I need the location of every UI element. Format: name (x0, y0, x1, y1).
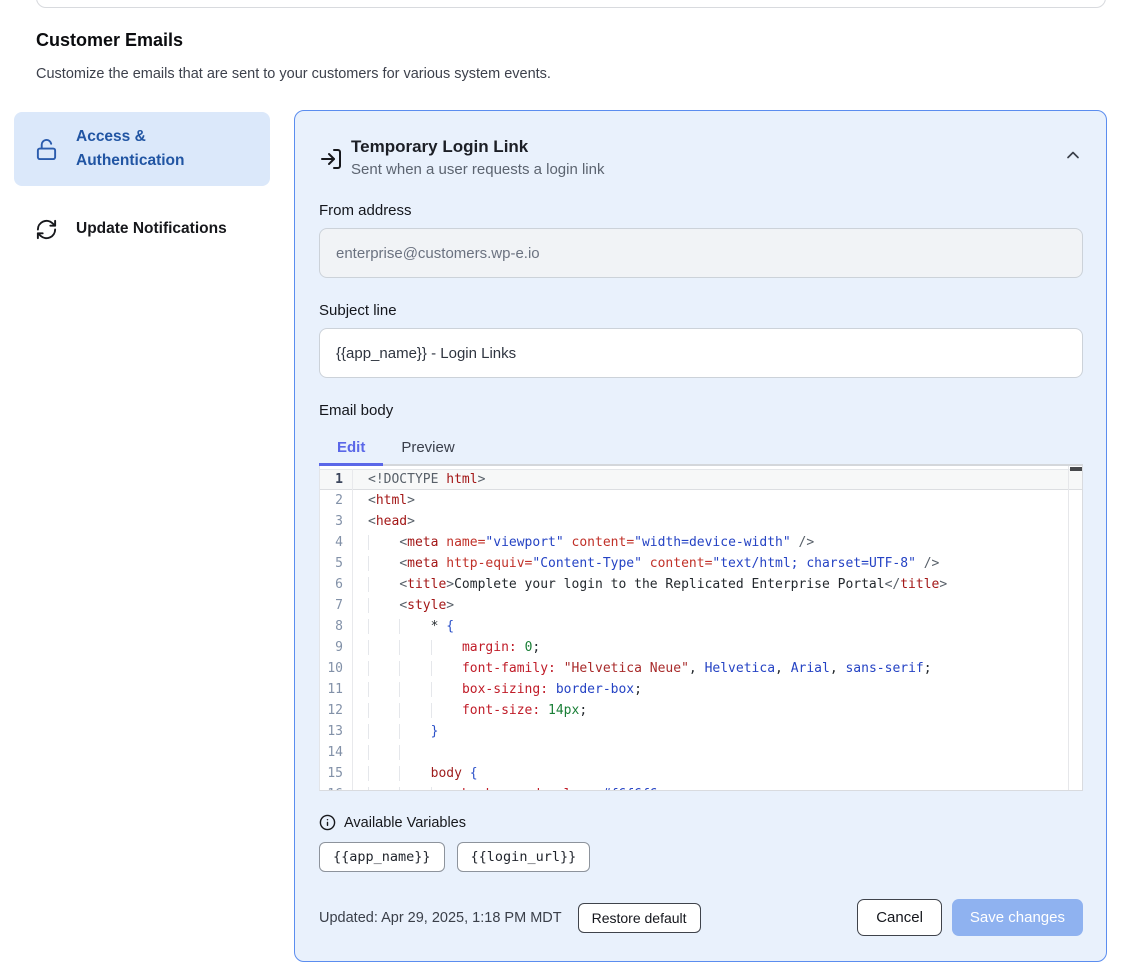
code-line[interactable]: 1<!DOCTYPE html> (320, 469, 1082, 490)
line-number: 8 (320, 616, 353, 637)
code-line[interactable]: 14 (320, 742, 1082, 763)
panel-subtitle: Sent when a user requests a login link (351, 161, 604, 178)
panel-footer: Updated: Apr 29, 2025, 1:18 PM MDT Resto… (319, 899, 1083, 936)
code-line[interactable]: 16 background-color: #f6f6f6; (320, 784, 1082, 791)
line-number: 12 (320, 700, 353, 721)
line-number: 4 (320, 532, 353, 553)
code-line[interactable]: 8 * { (320, 616, 1082, 637)
code-line[interactable]: 2<html> (320, 490, 1082, 511)
sidebar-item-update-notifications[interactable]: Update Notifications (14, 205, 270, 253)
line-number: 11 (320, 679, 353, 700)
sidebar-item-label: Update Notifications (76, 217, 227, 241)
subject-line-label: Subject line (319, 302, 1083, 319)
code-line[interactable]: 12 font-size: 14px; (320, 700, 1082, 721)
line-number: 7 (320, 595, 353, 616)
previous-card-bottom-edge (36, 0, 1106, 8)
line-number: 13 (320, 721, 353, 742)
from-address-input (319, 228, 1083, 278)
code-line[interactable]: 6 <title>Complete your login to the Repl… (320, 574, 1082, 595)
sidebar-item-access-authentication[interactable]: Access & Authentication (14, 112, 270, 186)
code-line[interactable]: 10 font-family: "Helvetica Neue", Helvet… (320, 658, 1082, 679)
code-line[interactable]: 11 box-sizing: border-box; (320, 679, 1082, 700)
collapse-button[interactable] (1063, 145, 1083, 165)
sidebar-item-label: Access & Authentication (76, 125, 206, 173)
login-icon (319, 147, 343, 171)
line-number: 5 (320, 553, 353, 574)
sidebar: Access & Authentication Update Notificat… (14, 112, 270, 253)
restore-default-button[interactable]: Restore default (578, 903, 701, 933)
variable-chip-login-url[interactable]: {{login_url}} (457, 842, 591, 872)
updated-timestamp: Updated: Apr 29, 2025, 1:18 PM MDT (319, 910, 562, 926)
editor-tabs: Edit Preview (319, 430, 1083, 466)
line-number: 15 (320, 763, 353, 784)
email-settings-panel: Temporary Login Link Sent when a user re… (294, 110, 1107, 962)
line-number: 6 (320, 574, 353, 595)
scrollbar-thumb[interactable] (1070, 467, 1082, 471)
from-address-label: From address (319, 202, 1083, 219)
page-title: Customer Emails (36, 30, 183, 51)
code-line[interactable]: 9 margin: 0; (320, 637, 1082, 658)
panel-title: Temporary Login Link (351, 137, 604, 157)
info-icon (319, 814, 336, 831)
line-number: 10 (320, 658, 353, 679)
code-line[interactable]: 13 } (320, 721, 1082, 742)
tab-edit[interactable]: Edit (319, 430, 383, 464)
line-number: 16 (320, 784, 353, 791)
editor-scrollbar[interactable] (1068, 466, 1082, 790)
line-number: 3 (320, 511, 353, 532)
line-number: 14 (320, 742, 353, 763)
cancel-button[interactable]: Cancel (857, 899, 942, 936)
available-variables-label: Available Variables (344, 815, 466, 831)
tab-preview[interactable]: Preview (383, 430, 472, 464)
subject-line-input[interactable] (319, 328, 1083, 378)
panel-header: Temporary Login Link Sent when a user re… (319, 137, 1083, 178)
code-line[interactable]: 5 <meta http-equiv="Content-Type" conten… (320, 553, 1082, 574)
code-line[interactable]: 7 <style> (320, 595, 1082, 616)
save-changes-button[interactable]: Save changes (952, 899, 1083, 936)
code-line[interactable]: 15 body { (320, 763, 1082, 784)
line-number: 9 (320, 637, 353, 658)
line-number: 2 (320, 490, 353, 511)
code-line[interactable]: 3<head> (320, 511, 1082, 532)
page-subtitle: Customize the emails that are sent to yo… (36, 66, 551, 82)
refresh-icon (35, 218, 58, 241)
code-editor[interactable]: 1<!DOCTYPE html>2<html>3<head>4 <meta na… (319, 466, 1083, 791)
chevron-up-icon (1063, 145, 1083, 165)
code-line[interactable]: 4 <meta name="viewport" content="width=d… (320, 532, 1082, 553)
lock-open-icon (35, 138, 58, 161)
line-number: 1 (320, 469, 353, 490)
variable-chip-app-name[interactable]: {{app_name}} (319, 842, 445, 872)
email-body-label: Email body (319, 402, 1083, 419)
